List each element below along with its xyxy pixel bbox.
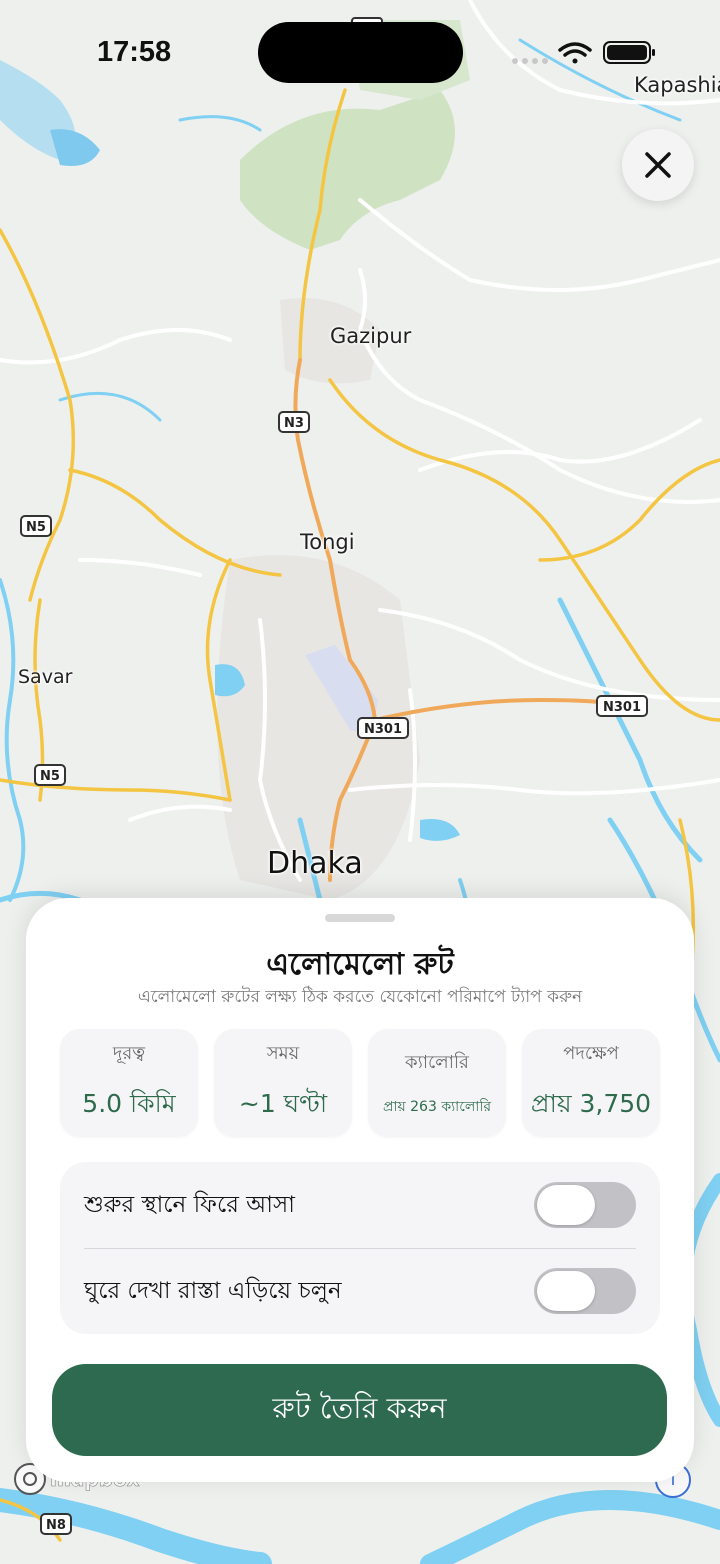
battery-icon	[603, 41, 655, 64]
option-label: শুরুর স্থানে ফিরে আসা	[84, 1191, 295, 1218]
metric-value: প্রায় 3,750	[530, 1089, 652, 1118]
place-label-kapashia: Kapashia	[634, 73, 720, 97]
create-route-button[interactable]: রুট তৈরি করুন	[52, 1364, 667, 1456]
road-shield-n301-east: N301	[603, 700, 641, 715]
close-icon	[645, 152, 671, 178]
road-shield-n301: N301	[364, 722, 402, 737]
metric-card-distance[interactable]: দূরত্ব 5.0 কিমি	[60, 1029, 198, 1137]
option-return-to-start: শুরুর স্থানে ফিরে আসা	[84, 1162, 636, 1248]
sheet-subtitle: এলোমেলো রুটের লক্ষ্য ঠিক করতে যেকোনো পরি…	[137, 987, 583, 1007]
avoid-visited-roads-toggle[interactable]	[534, 1268, 636, 1314]
option-avoid-visited: ঘুরে দেখা রাস্তা এড়িয়ে চলুন	[84, 1248, 636, 1334]
metric-label: দূরত্ব	[112, 1043, 146, 1064]
metric-label: পদক্ষেপ	[563, 1043, 619, 1064]
metric-value: ~1 ঘণ্টা	[238, 1089, 328, 1118]
dynamic-island	[258, 22, 463, 83]
random-route-sheet: এলোমেলো রুট এলোমেলো রুটের লক্ষ্য ঠিক করত…	[26, 898, 694, 1482]
metric-value: 5.0 কিমি	[82, 1089, 176, 1118]
close-button[interactable]	[622, 129, 694, 201]
road-shield-n8: N8	[46, 1518, 66, 1533]
metric-label: সময়	[266, 1043, 300, 1064]
metric-cards: দূরত্ব 5.0 কিমি সময় ~1 ঘণ্টা ক্যালোরি প…	[60, 1029, 660, 1137]
metric-card-steps[interactable]: পদক্ষেপ প্রায় 3,750	[522, 1029, 660, 1137]
place-label-savar: Savar	[18, 666, 73, 688]
metric-label: ক্যালোরি	[405, 1051, 469, 1073]
road-shield-n5-south: N5	[40, 769, 60, 784]
metric-card-calories[interactable]: ক্যালোরি প্রায় 263 ক্যালোরি	[368, 1029, 506, 1137]
option-label: ঘুরে দেখা রাস্তা এড়িয়ে চলুন	[84, 1277, 342, 1304]
wifi-icon	[558, 42, 592, 64]
sheet-grabber[interactable]	[325, 914, 395, 922]
route-options: শুরুর স্থানে ফিরে আসা ঘুরে দেখা রাস্তা এ…	[60, 1162, 660, 1334]
metric-card-time[interactable]: সময় ~1 ঘণ্টা	[214, 1029, 352, 1137]
place-label-gazipur: Gazipur	[330, 324, 412, 348]
status-time: 17:58	[97, 36, 172, 68]
place-label-dhaka: Dhaka	[267, 846, 363, 881]
cellular-signal-icon	[512, 58, 548, 64]
road-shield-n3: N3	[284, 416, 304, 431]
metric-value: প্রায় 263 ক্যালোরি	[382, 1098, 492, 1115]
status-indicators	[512, 41, 655, 64]
return-to-start-toggle[interactable]	[534, 1182, 636, 1228]
place-label-tongi: Tongi	[300, 530, 355, 554]
road-shield-n5: N5	[26, 520, 46, 535]
